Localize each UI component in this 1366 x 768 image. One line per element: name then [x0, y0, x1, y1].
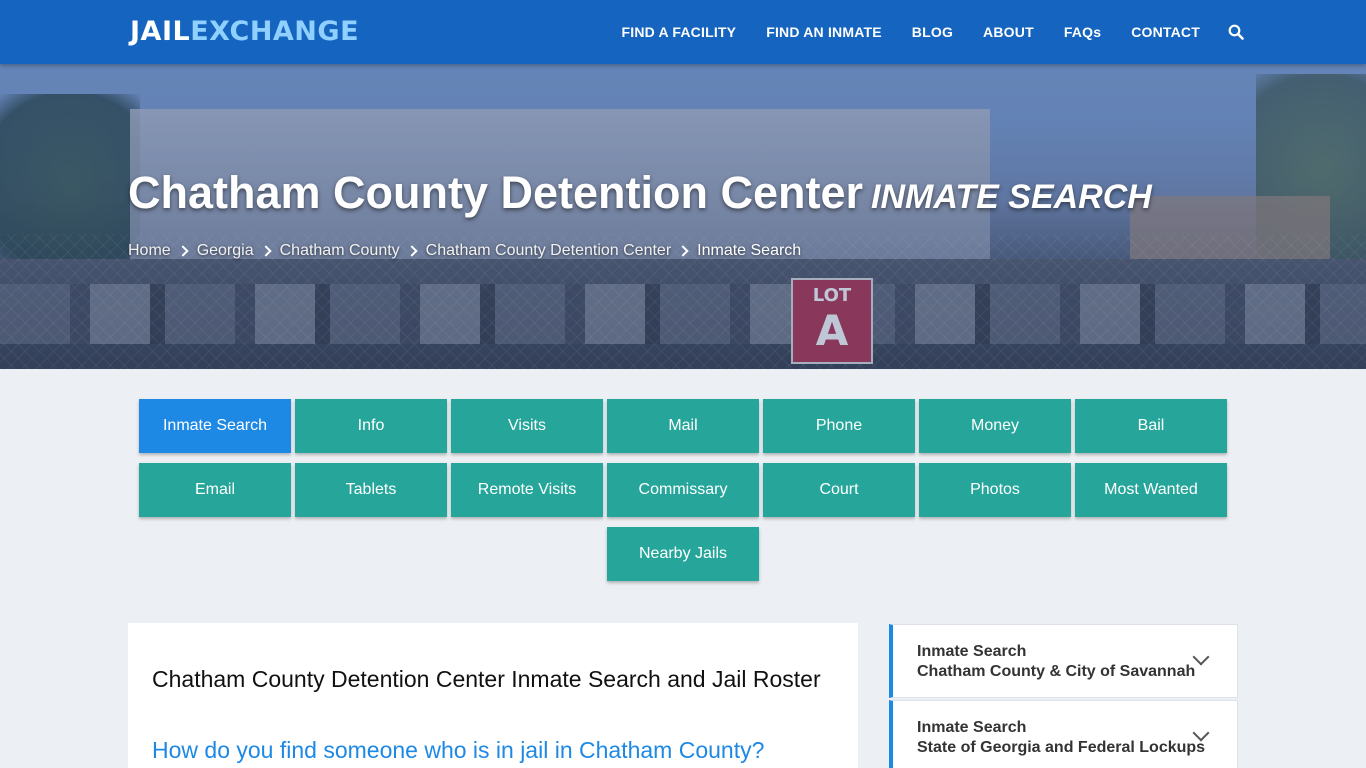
- breadcrumb-current: Inmate Search: [697, 242, 802, 259]
- nav-find-facility[interactable]: FIND A FACILITY: [621, 24, 736, 40]
- sidebar-item-state-search[interactable]: Inmate Search State of Georgia and Feder…: [889, 700, 1238, 768]
- tab-phone[interactable]: Phone: [763, 399, 915, 453]
- main-content-card: Chatham County Detention Center Inmate S…: [128, 623, 858, 768]
- logo-text-jail: JAIL: [130, 16, 191, 47]
- chevron-right-icon: [677, 245, 689, 257]
- sidebar-item-subtitle: Chatham County & City of Savannah: [917, 663, 1196, 680]
- content-heading: Chatham County Detention Center Inmate S…: [152, 666, 821, 692]
- page-title-facility: Chatham County Detention Center: [128, 167, 864, 218]
- nav-blog[interactable]: BLOG: [912, 24, 953, 40]
- nav-faqs[interactable]: FAQs: [1064, 24, 1101, 40]
- breadcrumb-home[interactable]: Home: [128, 242, 171, 260]
- search-icon[interactable]: [1228, 24, 1244, 40]
- tab-inmate-search[interactable]: Inmate Search: [139, 399, 291, 453]
- top-navbar: JAILEXCHANGE FIND A FACILITY FIND AN INM…: [0, 0, 1366, 64]
- chevron-right-icon: [177, 245, 189, 257]
- sidebar-item-title: Inmate Search: [917, 643, 1027, 660]
- tab-info[interactable]: Info: [295, 399, 447, 453]
- tab-commissary[interactable]: Commissary: [607, 463, 759, 517]
- breadcrumb-georgia[interactable]: Georgia: [197, 242, 254, 260]
- tab-photos[interactable]: Photos: [919, 463, 1071, 517]
- breadcrumb: Home Georgia Chatham County Chatham Coun…: [128, 242, 801, 260]
- sidebar-item-title: Inmate Search: [917, 719, 1027, 736]
- tab-most-wanted[interactable]: Most Wanted: [1075, 463, 1227, 517]
- chevron-right-icon: [259, 245, 272, 257]
- site-logo[interactable]: JAILEXCHANGE: [130, 16, 359, 48]
- page-title-subtitle: INMATE SEARCH: [871, 178, 1152, 216]
- nav-contact[interactable]: CONTACT: [1131, 24, 1200, 40]
- sidebar-item-subtitle: State of Georgia and Federal Lockups: [917, 739, 1206, 756]
- page-title: Chatham County Detention Center INMATE SE…: [128, 166, 1152, 224]
- content-subheading: How do you find someone who is in jail i…: [152, 737, 765, 763]
- breadcrumb-facility[interactable]: Chatham County Detention Center: [426, 242, 671, 260]
- nav-find-inmate[interactable]: FIND AN INMATE: [766, 24, 882, 40]
- tab-visits[interactable]: Visits: [451, 399, 603, 453]
- tab-money[interactable]: Money: [919, 399, 1071, 453]
- tab-email[interactable]: Email: [139, 463, 291, 517]
- tab-court[interactable]: Court: [763, 463, 915, 517]
- tab-mail[interactable]: Mail: [607, 399, 759, 453]
- hero-banner: LOT A Chatham County Detention Center INM…: [0, 64, 1366, 369]
- breadcrumb-county[interactable]: Chatham County: [280, 242, 400, 260]
- chevron-right-icon: [406, 245, 418, 257]
- main-nav: FIND A FACILITY FIND AN INMATE BLOG ABOU…: [591, 0, 1244, 64]
- tab-remote-visits[interactable]: Remote Visits: [451, 463, 603, 517]
- tab-bail[interactable]: Bail: [1075, 399, 1227, 453]
- tab-tablets[interactable]: Tablets: [295, 463, 447, 517]
- logo-text-exchange: EXCHANGE: [190, 16, 360, 47]
- nav-about[interactable]: ABOUT: [983, 24, 1034, 40]
- sidebar-item-county-search[interactable]: Inmate Search Chatham County & City of S…: [889, 624, 1238, 698]
- tab-nearby-jails[interactable]: Nearby Jails: [607, 527, 759, 581]
